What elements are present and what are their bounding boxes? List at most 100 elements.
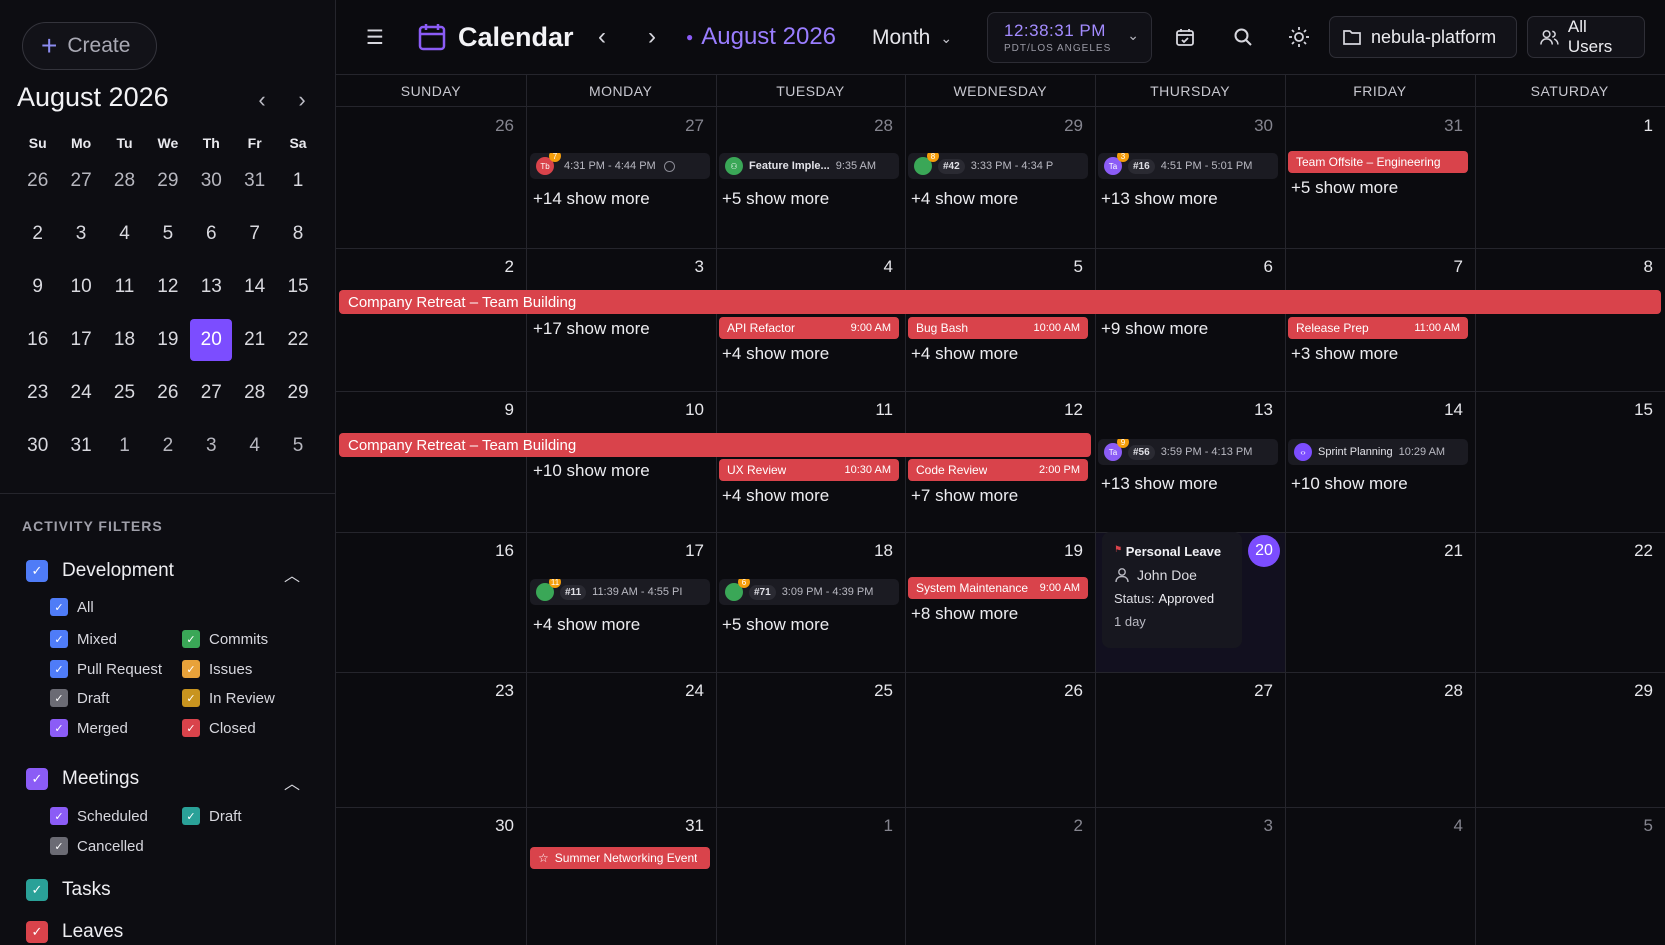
day-number[interactable]: 8 [1613, 257, 1653, 277]
day-number[interactable]: 21 [1423, 541, 1463, 561]
mini-day[interactable]: 15 [276, 276, 319, 298]
mini-day[interactable]: 27 [190, 382, 233, 404]
event-pr-chip[interactable]: 8 #42 3:33 PM - 4:34 P [908, 153, 1088, 179]
mini-day[interactable]: 4 [103, 223, 146, 245]
day-number[interactable]: 6 [1233, 257, 1273, 277]
checkbox[interactable]: ✓ [182, 719, 200, 737]
mini-day[interactable]: 1 [103, 435, 146, 457]
show-more-link[interactable]: +5 show more [1291, 178, 1398, 198]
checkbox-tasks[interactable]: ✓ [26, 879, 48, 901]
mini-day[interactable]: 24 [59, 382, 102, 404]
filter-option[interactable]: ✓ Draft [182, 807, 242, 825]
mini-day[interactable]: 10 [59, 276, 102, 298]
filter-option[interactable]: ✓ Closed [182, 719, 256, 737]
day-number[interactable]: 5 [1613, 816, 1653, 836]
mini-day[interactable]: 26 [16, 170, 59, 192]
day-number[interactable]: 26 [474, 116, 514, 136]
filter-option[interactable]: ✓ Merged [50, 719, 128, 737]
show-more-link[interactable]: +4 show more [911, 189, 1018, 209]
event-pr-chip[interactable]: Ta 3 #16 4:51 PM - 5:01 PM [1098, 153, 1278, 179]
day-number[interactable]: 27 [664, 116, 704, 136]
day-number[interactable]: 31 [664, 816, 704, 836]
show-more-link[interactable]: +14 show more [533, 189, 650, 209]
filter-category-development[interactable]: ✓ Development ︿ [26, 560, 322, 585]
day-number[interactable]: 13 [1233, 400, 1273, 420]
day-number[interactable]: 1 [1613, 116, 1653, 136]
event-sprint-planning[interactable]: ‹› Sprint Planning 10:29 AM [1288, 439, 1468, 465]
mini-day[interactable]: 22 [276, 329, 319, 351]
day-number[interactable]: 1 [853, 816, 893, 836]
event-pr-chip[interactable]: Ta 9 #56 3:59 PM - 4:13 PM [1098, 439, 1278, 465]
mini-day[interactable]: 19 [146, 329, 189, 351]
mini-day[interactable]: 13 [190, 276, 233, 298]
checkbox-development[interactable]: ✓ [26, 560, 48, 582]
checkbox[interactable]: ✓ [182, 689, 200, 707]
chevron-up-icon[interactable]: ︿ [284, 562, 300, 586]
mini-day[interactable]: 23 [16, 382, 59, 404]
mini-day[interactable]: 31 [59, 435, 102, 457]
event-pr-chip[interactable]: 11 #11 11:39 AM - 4:55 PI [530, 579, 710, 605]
filter-option[interactable]: ✓ Mixed [50, 630, 117, 648]
show-more-link[interactable]: +5 show more [722, 615, 829, 635]
checkbox[interactable]: ✓ [182, 630, 200, 648]
day-number[interactable]: 24 [664, 681, 704, 701]
filter-option[interactable]: ✓ In Review [182, 689, 275, 707]
timezone-clock[interactable]: 12:38:31 PM PDT/LOS ANGELES ⌄ [987, 12, 1152, 63]
menu-button[interactable]: ☰ [362, 24, 388, 50]
checkbox-leaves[interactable]: ✓ [26, 921, 48, 943]
day-number[interactable]: 2 [1043, 816, 1083, 836]
mini-day[interactable]: 29 [276, 382, 319, 404]
view-select[interactable]: Month ⌄ [872, 24, 952, 52]
mini-day[interactable]: 20 [190, 318, 233, 361]
create-button[interactable]: + Create [22, 22, 157, 70]
day-number[interactable]: 10 [664, 400, 704, 420]
mini-day[interactable]: 5 [146, 223, 189, 245]
mini-day[interactable]: 6 [190, 223, 233, 245]
event-chip[interactable]: ⚇ Feature Imple... 9:35 AM [719, 153, 899, 179]
show-more-link[interactable]: +4 show more [722, 344, 829, 364]
mini-day[interactable]: 14 [233, 276, 276, 298]
checkbox[interactable]: ✓ [50, 630, 68, 648]
show-more-link[interactable]: +4 show more [911, 344, 1018, 364]
day-number[interactable]: 29 [1613, 681, 1653, 701]
mini-day[interactable]: 3 [59, 223, 102, 245]
show-more-link[interactable]: +5 show more [722, 189, 829, 209]
filter-option[interactable]: ✓ Draft [50, 689, 110, 707]
day-number[interactable]: 2 [474, 257, 514, 277]
filter-category-meetings[interactable]: ✓ Meetings ︿ [26, 768, 322, 793]
event-pr-chip[interactable]: 6 #71 3:09 PM - 4:39 PM [719, 579, 899, 605]
day-number[interactable]: 3 [664, 257, 704, 277]
filter-category-tasks[interactable]: ✓ Tasks [26, 879, 111, 901]
mini-day[interactable]: 5 [276, 435, 319, 457]
checkbox[interactable]: ✓ [50, 837, 68, 855]
chevron-up-icon[interactable]: ︿ [284, 770, 300, 794]
mini-day[interactable]: 4 [233, 435, 276, 457]
event-system-maintenance[interactable]: System Maintenance 9:00 AM [908, 577, 1088, 599]
show-more-link[interactable]: +10 show more [533, 461, 650, 481]
day-number[interactable]: 4 [1423, 816, 1463, 836]
mini-day[interactable]: 2 [146, 435, 189, 457]
filter-option[interactable]: ✓ Commits [182, 630, 268, 648]
mini-day[interactable]: 26 [146, 382, 189, 404]
mini-day[interactable]: 9 [16, 276, 59, 298]
show-more-link[interactable]: +9 show more [1101, 319, 1208, 339]
day-number[interactable]: 15 [1613, 400, 1653, 420]
mini-day[interactable]: 12 [146, 276, 189, 298]
mini-day[interactable]: 11 [103, 276, 146, 298]
day-number[interactable]: 4 [853, 257, 893, 277]
event-banner-retreat[interactable]: Company Retreat – Team Building [339, 433, 1091, 457]
day-number[interactable]: 9 [474, 400, 514, 420]
show-more-link[interactable]: +4 show more [533, 615, 640, 635]
today-button[interactable] [1172, 24, 1198, 50]
day-number[interactable]: 18 [853, 541, 893, 561]
day-number[interactable]: 23 [474, 681, 514, 701]
day-number[interactable]: 14 [1423, 400, 1463, 420]
checkbox[interactable]: ✓ [50, 689, 68, 707]
mini-day[interactable]: 21 [233, 329, 276, 351]
event-code-review[interactable]: Code Review 2:00 PM [908, 459, 1088, 481]
filter-category-leaves[interactable]: ✓ Leaves [26, 921, 123, 943]
mini-day[interactable]: 17 [59, 329, 102, 351]
mini-day[interactable]: 7 [233, 223, 276, 245]
mini-day[interactable]: 18 [103, 329, 146, 351]
day-number[interactable]: 31 [1423, 116, 1463, 136]
